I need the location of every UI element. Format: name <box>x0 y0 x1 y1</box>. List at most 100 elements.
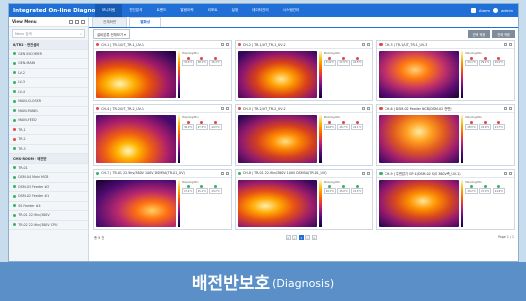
equipment-filter-select[interactable]: 설비분류 전체보기 ▾ <box>93 29 130 39</box>
search-input[interactable]: Menu 검색 <box>15 31 32 36</box>
page-nav-button[interactable]: ‹ <box>292 234 298 240</box>
current-page-button[interactable]: 1 <box>298 234 304 240</box>
sidebar-item[interactable]: DSM-02 Feeder #1 <box>9 192 88 202</box>
sidebar-search[interactable]: Menu 검색 ⌕ <box>12 29 85 38</box>
thermal-image[interactable] <box>379 179 459 227</box>
menu-item-report[interactable]: 리포트 <box>201 4 225 17</box>
apply-all-button[interactable]: 전체 적용 <box>492 30 515 38</box>
sidebar-item[interactable]: SS Feeder #4 <box>9 202 88 211</box>
sidebar-item[interactable]: DSM-03 Feeder #2 <box>9 183 88 192</box>
temperature-stat: 28.1°C <box>195 56 208 66</box>
thermal-camera-card[interactable]: CH-7 | TR-01 22.9kv/380V 100V DSM5A(TR-0… <box>93 168 232 230</box>
fullscreen-icon[interactable] <box>504 43 507 46</box>
menu-item-data-management[interactable]: 데이터관리 <box>245 4 276 17</box>
page-nav-button[interactable]: « <box>285 234 291 240</box>
user-icon[interactable] <box>493 8 499 13</box>
tab-full-screen[interactable]: 전체화면 <box>92 17 128 27</box>
sidebar-item-label: MAIN-PANEL <box>18 108 39 113</box>
settings-icon[interactable] <box>225 107 229 111</box>
fullscreen-icon[interactable] <box>220 43 224 46</box>
thermal-image[interactable] <box>379 115 459 163</box>
app-title: Integrated On-line Diagnostic <box>13 7 107 14</box>
page-nav-button[interactable]: » <box>311 234 317 240</box>
thermal-image[interactable] <box>379 51 459 99</box>
thermal-image[interactable] <box>96 179 176 227</box>
sidebar-item[interactable]: TR-1 <box>9 126 88 135</box>
settings-icon[interactable] <box>509 171 512 175</box>
alarm-label[interactable]: Alarm <box>479 8 490 13</box>
fullscreen-icon[interactable] <box>504 107 507 111</box>
sidebar-item[interactable]: LV-4 <box>9 88 88 97</box>
thermal-camera-card[interactable]: CH-9 | 주변압기 GP 4(DSM-02 S/S 380V측_UV-1) M… <box>376 168 515 230</box>
sidebar-item[interactable]: TR-01 22.9kv/380V <box>9 211 88 221</box>
card-tools <box>220 171 229 175</box>
thermal-camera-card[interactable]: CH-1 | TR-1/UT_TR-1_UV-1 Max/Avg/Min 32.4°… <box>93 40 232 102</box>
sidebar-item[interactable]: MAIN-FEED <box>9 116 88 126</box>
settings-icon[interactable] <box>367 171 371 175</box>
sidebar-item[interactable]: DSM-04 Main MCB <box>9 173 88 183</box>
temperature-value: 28.1°C <box>195 59 208 66</box>
close-icon[interactable] <box>81 19 85 24</box>
temperature-value: 31.6°C <box>323 59 336 66</box>
fullscreen-icon[interactable] <box>504 171 507 175</box>
menu-item-system-management[interactable]: 시스템관리 <box>276 4 307 17</box>
menu-item-alarm-history[interactable]: 알람이력 <box>173 4 200 17</box>
settings-icon[interactable] <box>367 43 371 46</box>
thermal-image[interactable] <box>237 51 318 99</box>
thermal-camera-card[interactable]: CH-2 | TR-1/UT_TR-1_UV-2 Max/Avg/Min 31.6°… <box>234 40 374 102</box>
temperature-value: 30.9°C <box>182 124 195 131</box>
menu-item-trend[interactable]: 트렌드 <box>149 4 173 17</box>
sidebar-item[interactable]: MAIN-CLOSER <box>9 97 88 107</box>
sidebar-item[interactable]: TR-3 <box>9 145 88 154</box>
temperature-stat: 28.1°C <box>323 185 336 195</box>
collapse-icon[interactable] <box>69 19 73 24</box>
card-tools <box>220 107 229 111</box>
apply-selected-button[interactable]: 선택 적용 <box>467 30 491 38</box>
fullscreen-icon[interactable] <box>362 107 366 111</box>
thermal-image[interactable] <box>96 51 176 99</box>
thermal-image[interactable] <box>237 115 318 163</box>
sidebar-item[interactable]: LV-2 <box>9 69 88 78</box>
sidebar-item[interactable]: TR-02 22.9kv/380V CPU <box>9 221 88 230</box>
fullscreen-icon[interactable] <box>362 43 366 46</box>
thermal-camera-card[interactable]: CH-3 | TR-1/UT_TR-1_UV-3 Max/Avg/Min 33.1°… <box>376 40 515 102</box>
bell-icon[interactable] <box>470 8 476 13</box>
sidebar-item[interactable]: MAIN-PANEL <box>9 107 88 116</box>
sidebar-item[interactable]: GEN-MAIN <box>9 59 88 69</box>
settings-icon[interactable] <box>509 107 512 111</box>
expand-icon[interactable] <box>75 19 79 24</box>
thermal-camera-card[interactable]: CH-5 | TR-2/UT_TR-2_UV-2 Max/Avg/Min 29.8°… <box>234 104 374 166</box>
sidebar-item[interactable]: GEN INCOMER <box>9 50 88 59</box>
menu-item-settings[interactable]: 설정 <box>225 4 246 17</box>
sidebar-item[interactable]: TR-2 <box>9 135 88 145</box>
settings-icon[interactable] <box>509 43 512 46</box>
thermal-image[interactable] <box>237 179 318 227</box>
menu-item-diagnosis[interactable]: 진단분석 <box>122 4 149 17</box>
sidebar-item[interactable]: TR-01 <box>9 164 88 173</box>
card-body: Max/Avg/Min 31.6°C 27.9°C 24.8°C <box>236 49 373 100</box>
fullscreen-icon[interactable] <box>220 107 224 111</box>
settings-icon[interactable] <box>225 43 229 46</box>
settings-icon[interactable] <box>367 107 371 111</box>
thermal-image[interactable] <box>96 115 176 163</box>
thermal-camera-card[interactable]: CH-8 | TR-01 22.9kv/380V 100V DSM5A(TR-0… <box>234 168 374 230</box>
sidebar-item-label: TR-2 <box>18 137 26 142</box>
fullscreen-icon[interactable] <box>362 171 366 175</box>
thermal-camera-card[interactable]: CH-4 | TR-2/UT_TR-2_UV-1 Max/Avg/Min 30.9°… <box>93 104 232 166</box>
temperature-value: 24.5°C <box>209 124 222 131</box>
tab-thermal[interactable]: 열화상 <box>129 17 162 27</box>
menu-item-monitoring[interactable]: 모니터링 <box>95 4 123 17</box>
thermal-camera-card[interactable]: CH-6 | DSM-02 Feeder NCB(DSM-02 전면) Max/A… <box>376 104 515 166</box>
settings-icon[interactable] <box>225 171 229 175</box>
status-dot-icon <box>13 166 17 170</box>
sidebar-item[interactable]: LV-3 <box>9 78 88 88</box>
card-tools <box>362 43 371 46</box>
page-nav-button[interactable]: › <box>305 234 311 240</box>
temperature-value: 28.5°C <box>465 124 478 131</box>
search-icon[interactable]: ⌕ <box>80 32 82 36</box>
temperature-stat: 24.8°C <box>351 56 364 66</box>
fullscreen-icon[interactable] <box>220 171 224 175</box>
user-name[interactable]: admin <box>501 8 513 13</box>
sidebar-group[interactable]: 8/TR2 · 변전설비 <box>9 40 88 50</box>
sidebar-group[interactable]: CMS-ROOM · 배전반 <box>9 154 88 164</box>
